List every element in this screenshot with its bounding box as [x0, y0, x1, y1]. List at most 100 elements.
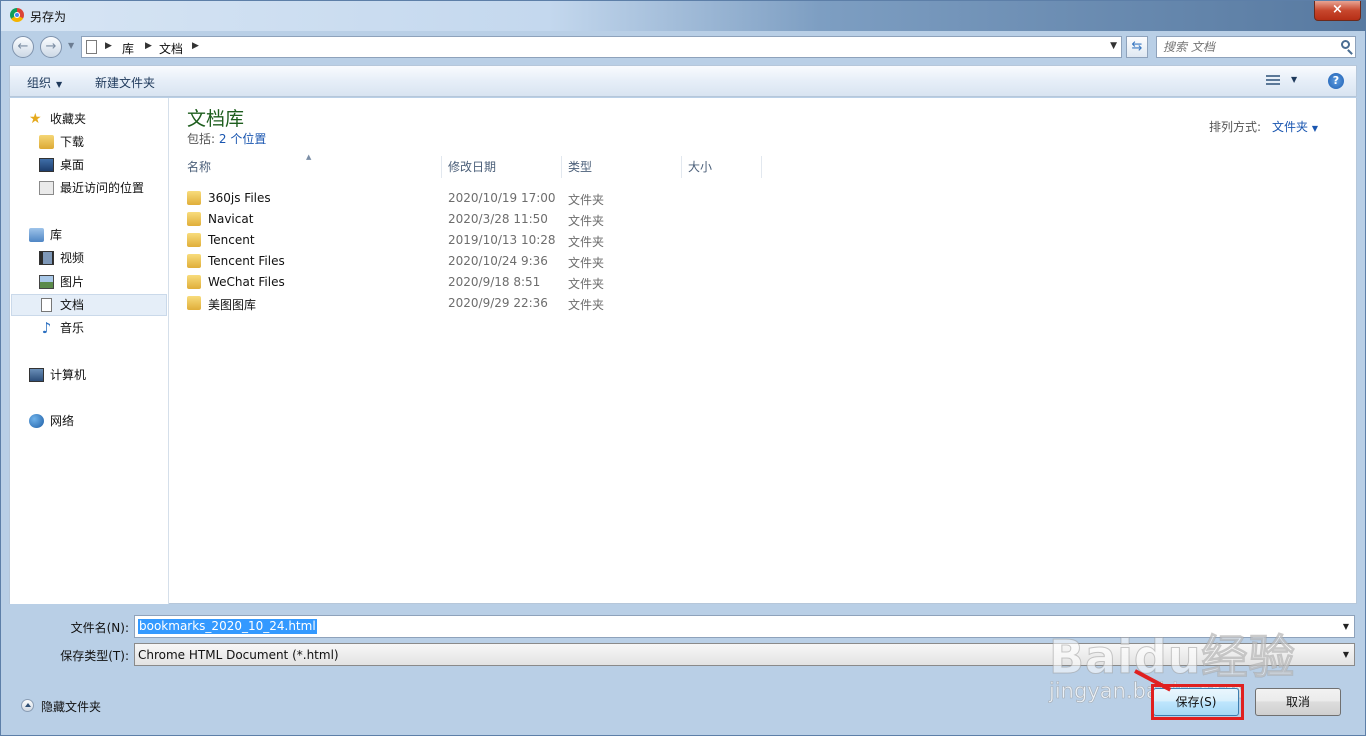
file-date: 2020/9/18 8:51 — [448, 275, 541, 289]
chevron-down-icon[interactable]: ▼ — [1343, 650, 1349, 659]
file-name: 美图图库 — [208, 298, 257, 312]
arrange-by-value: 文件夹 — [1272, 120, 1309, 134]
library-icon — [29, 228, 44, 242]
column-header-date[interactable]: 修改日期 — [442, 156, 562, 178]
nav-label: 下载 — [60, 135, 85, 149]
file-row[interactable]: 360js Files 2020/10/19 17:00 文件夹 — [187, 188, 627, 209]
file-name: Navicat — [208, 212, 254, 226]
star-icon: ★ — [29, 111, 42, 127]
file-row[interactable]: Navicat 2020/3/28 11:50 文件夹 — [187, 209, 627, 230]
nav-label: 图片 — [60, 275, 85, 289]
chevron-right-icon[interactable]: ▶ — [192, 41, 199, 51]
document-icon — [86, 40, 97, 54]
video-icon — [39, 251, 54, 265]
file-date: 2020/3/28 11:50 — [448, 212, 548, 226]
nav-label: 网络 — [50, 414, 75, 428]
file-date: 2020/9/29 22:36 — [448, 296, 548, 310]
back-button[interactable]: ← — [12, 36, 34, 58]
filename-value[interactable]: bookmarks_2020_10_24.html — [138, 619, 317, 634]
folder-icon — [187, 191, 201, 205]
recent-places-icon — [39, 181, 54, 195]
view-options-icon[interactable] — [1266, 75, 1280, 87]
folder-icon — [187, 212, 201, 226]
file-name: Tencent Files — [208, 254, 285, 268]
filetype-select[interactable]: Chrome HTML Document (*.html) ▼ — [134, 643, 1355, 666]
address-bar[interactable]: ▶ 库 ▶ 文档 ▶ ▼ — [81, 36, 1122, 58]
window-title: 另存为 — [30, 10, 67, 24]
command-bar: 组织 ▼ 新建文件夹 ▼ ? — [9, 65, 1357, 97]
filetype-label: 保存类型(T): — [60, 649, 129, 663]
breadcrumb-documents[interactable]: 文档 — [159, 40, 183, 57]
arrange-by-label: 排列方式: — [1209, 120, 1262, 134]
search-box[interactable] — [1156, 36, 1356, 58]
library-title: 文档库 — [187, 108, 245, 130]
includes-label: 包括: — [187, 132, 216, 146]
organize-button[interactable]: 组织 ▼ — [27, 74, 62, 91]
chevron-right-icon[interactable]: ▶ — [145, 41, 152, 51]
file-list-pane: 文档库 包括: 2 个位置 排列方式: 文件夹 ▼ ▲ 名称 修改日期 类型 大… — [169, 98, 1358, 604]
save-button[interactable]: 保存(S) — [1153, 688, 1239, 716]
help-icon[interactable]: ? — [1328, 73, 1344, 89]
file-type: 文件夹 — [568, 277, 605, 291]
file-row[interactable]: Tencent Files 2020/10/24 9:36 文件夹 — [187, 251, 627, 272]
file-type: 文件夹 — [568, 235, 605, 249]
cancel-button[interactable]: 取消 — [1255, 688, 1341, 716]
chevron-right-icon[interactable]: ▶ — [105, 41, 112, 51]
folder-icon — [187, 296, 201, 310]
file-name: WeChat Files — [208, 275, 285, 289]
search-input[interactable] — [1163, 39, 1323, 55]
refresh-button[interactable]: ⇆ — [1126, 36, 1148, 58]
file-date: 2020/10/24 9:36 — [448, 254, 548, 268]
file-type: 文件夹 — [568, 214, 605, 228]
chrome-icon — [10, 8, 24, 22]
music-note-icon: ♪ — [41, 319, 52, 337]
picture-icon — [39, 275, 54, 289]
nav-label: 计算机 — [50, 368, 87, 382]
search-icon[interactable] — [1341, 40, 1350, 49]
nav-label: 库 — [50, 228, 63, 242]
filename-label: 文件名(N): — [70, 621, 129, 635]
nav-label: 视频 — [60, 251, 85, 265]
document-icon — [41, 298, 52, 312]
file-name: 360js Files — [208, 191, 271, 205]
chevron-down-icon: ▼ — [56, 80, 63, 89]
filename-input[interactable]: bookmarks_2020_10_24.html ▼ — [134, 615, 1355, 638]
includes-locations-link[interactable]: 2 个位置 — [219, 132, 266, 146]
nav-label: 音乐 — [60, 321, 85, 335]
chevron-down-icon: ▼ — [1311, 124, 1318, 133]
file-type: 文件夹 — [568, 298, 605, 312]
column-header-type[interactable]: 类型 — [562, 156, 682, 178]
file-date: 2019/10/13 10:28 — [448, 233, 556, 247]
desktop-icon — [39, 158, 54, 172]
navigation-pane: ★ 收藏夹 下载 桌面 最近访问的位置 库 视频 图片 文档 ♪ 音乐 计算机 … — [10, 98, 169, 604]
recent-locations-icon[interactable]: ▼ — [68, 41, 74, 50]
close-button[interactable]: × — [1314, 1, 1361, 21]
organize-label: 组织 — [27, 76, 52, 90]
title-bar: 另存为 × — [1, 1, 1366, 31]
library-includes: 包括: 2 个位置 — [187, 130, 266, 147]
hide-folders-label: 隐藏文件夹 — [41, 700, 102, 714]
nav-label: 收藏夹 — [50, 112, 87, 126]
folder-icon — [187, 254, 201, 268]
new-folder-button[interactable]: 新建文件夹 — [95, 74, 155, 91]
downloads-folder-icon — [39, 135, 54, 149]
file-type: 文件夹 — [568, 193, 605, 207]
main-area: ★ 收藏夹 下载 桌面 最近访问的位置 库 视频 图片 文档 ♪ 音乐 计算机 … — [9, 98, 1357, 604]
file-row[interactable]: Tencent 2019/10/13 10:28 文件夹 — [187, 230, 627, 251]
file-row[interactable]: 美图图库 2020/9/29 22:36 文件夹 — [187, 293, 627, 314]
save-as-dialog: 另存为 × ← → ▼ ▶ 库 ▶ 文档 ▶ ▼ ⇆ 组织 ▼ 新建文件夹 ▼ ?… — [0, 0, 1366, 736]
chevron-down-icon[interactable]: ▼ — [1343, 622, 1349, 631]
forward-button[interactable]: → — [40, 36, 62, 58]
arrange-by-dropdown[interactable]: 文件夹 ▼ — [1272, 118, 1318, 135]
folder-icon — [187, 233, 201, 247]
file-name: Tencent — [208, 233, 255, 247]
file-row[interactable]: WeChat Files 2020/9/18 8:51 文件夹 — [187, 272, 627, 293]
nav-label: 桌面 — [60, 158, 85, 172]
chevron-down-icon[interactable]: ▼ — [1110, 41, 1117, 51]
breadcrumb-library[interactable]: 库 — [122, 40, 134, 57]
network-icon — [29, 414, 44, 428]
column-header-size[interactable]: 大小 — [682, 156, 762, 178]
chevron-down-icon[interactable]: ▼ — [1291, 75, 1297, 84]
column-header-name[interactable]: 名称 — [181, 156, 442, 178]
chevron-up-icon — [21, 699, 34, 712]
